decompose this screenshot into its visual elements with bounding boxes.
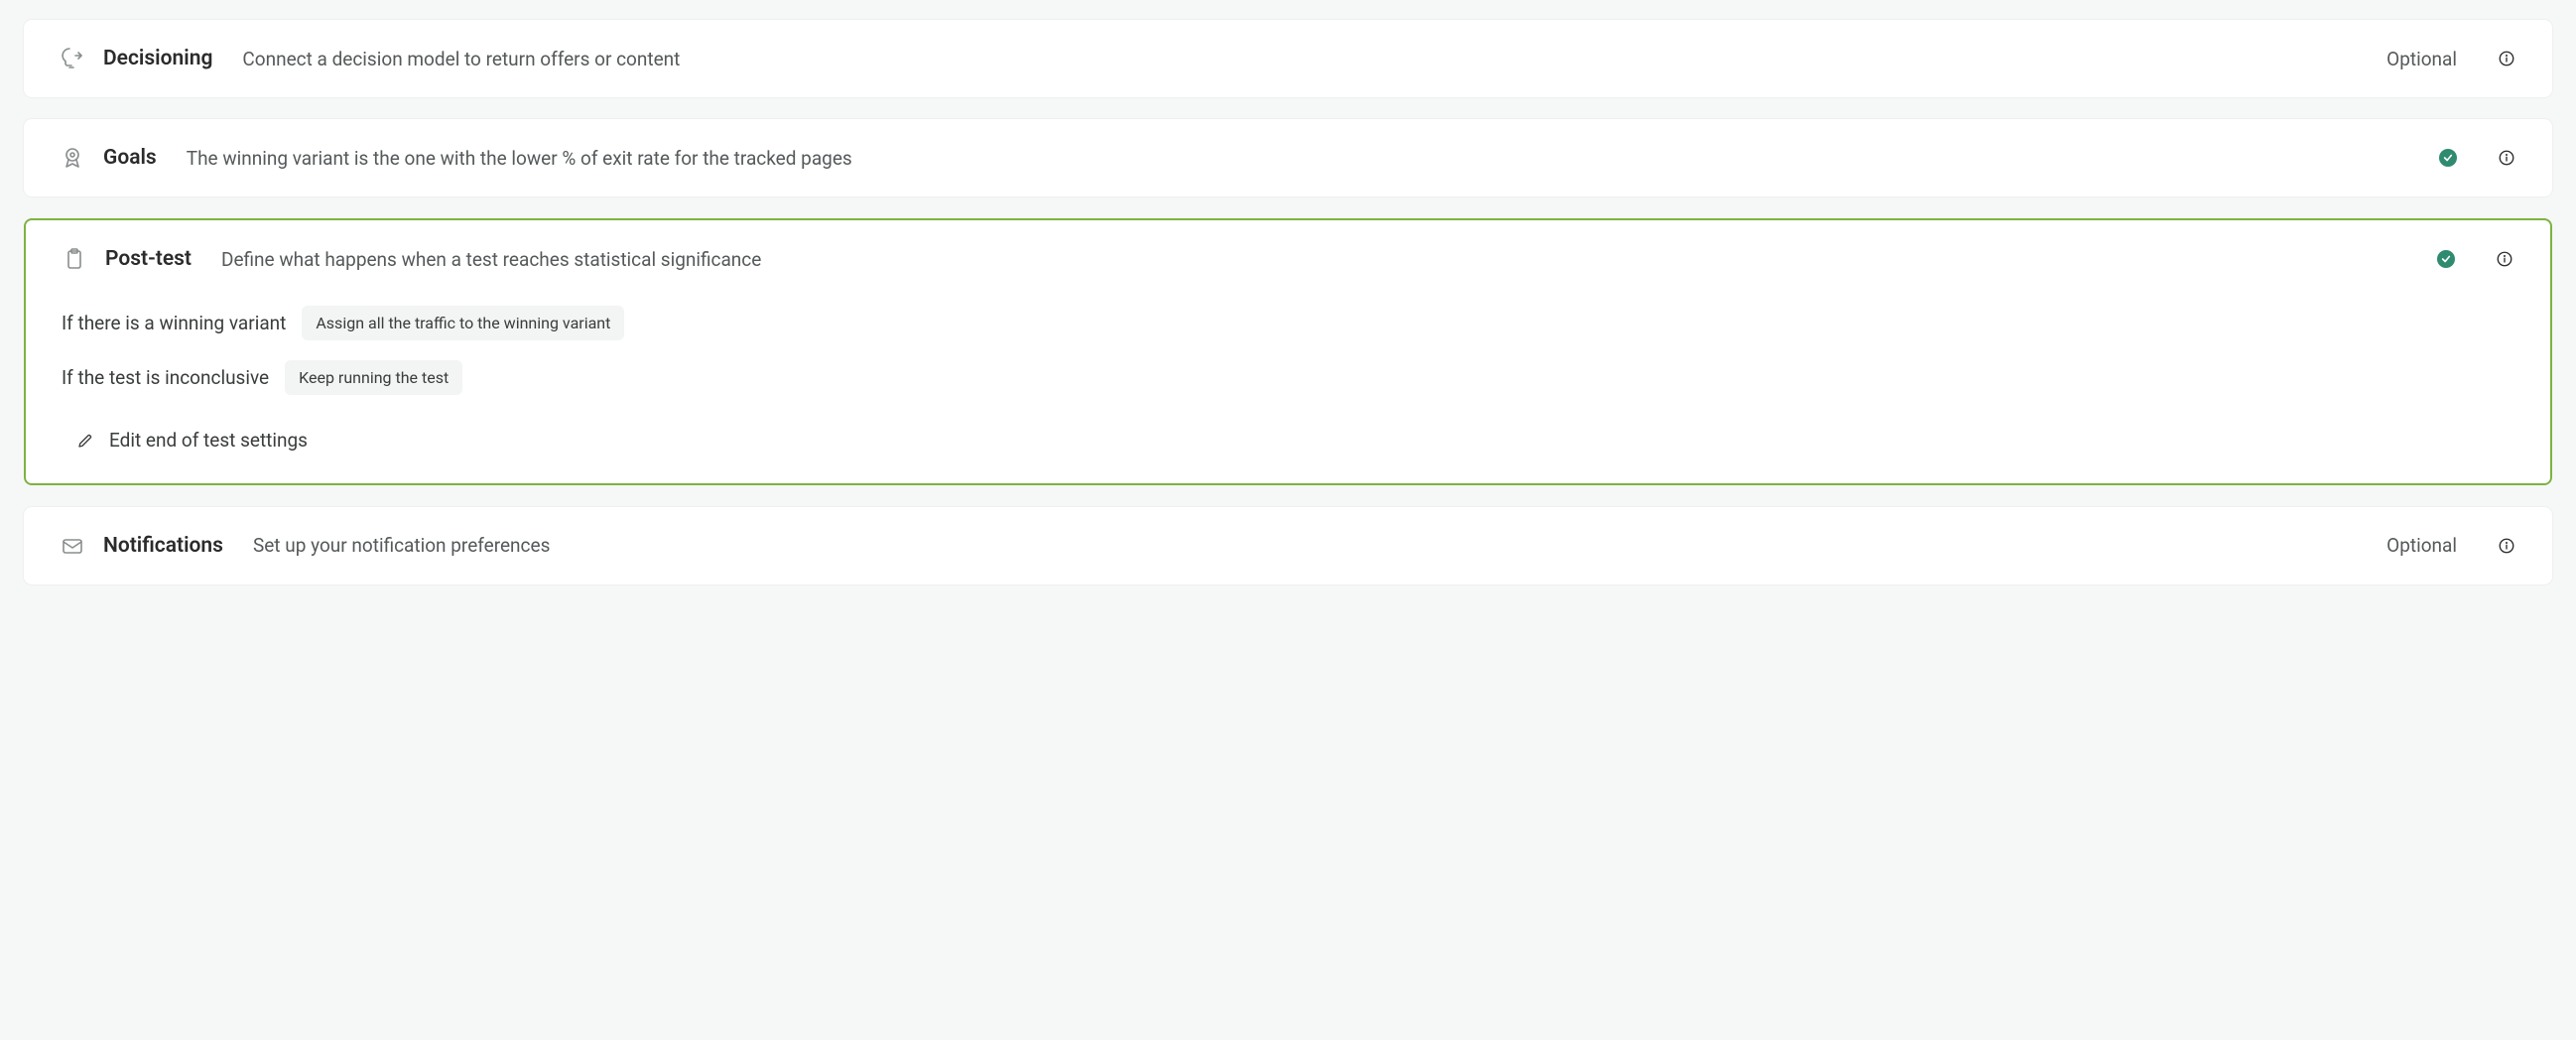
goals-header[interactable]: Goals The winning variant is the one wit…: [24, 119, 2552, 196]
decisioning-icon: [60, 46, 85, 71]
check-icon: [2437, 250, 2455, 268]
goals-right: [2439, 148, 2516, 168]
inconclusive-label: If the test is inconclusive: [62, 366, 269, 389]
info-icon[interactable]: [2497, 49, 2516, 68]
info-icon[interactable]: [2495, 249, 2514, 269]
notifications-card: Notifications Set up your notification p…: [24, 507, 2552, 585]
info-icon[interactable]: [2497, 148, 2516, 168]
notifications-desc: Set up your notification preferences: [253, 534, 2369, 557]
optional-label: Optional: [2386, 48, 2457, 70]
winning-variant-value: Assign all the traffic to the winning va…: [302, 306, 624, 340]
inconclusive-row: If the test is inconclusive Keep running…: [62, 360, 2514, 395]
goals-card: Goals The winning variant is the one wit…: [24, 119, 2552, 196]
post-test-body: If there is a winning variant Assign all…: [26, 298, 2550, 483]
goals-desc: The winning variant is the one with the …: [187, 147, 2421, 170]
decisioning-title: Decisioning: [103, 47, 212, 70]
info-icon[interactable]: [2497, 536, 2516, 556]
envelope-icon: [60, 533, 85, 559]
clipboard-icon: [62, 246, 87, 272]
winning-variant-label: If there is a winning variant: [62, 312, 286, 334]
inconclusive-value: Keep running the test: [285, 360, 462, 395]
edit-settings-label: Edit end of test settings: [109, 429, 308, 452]
goals-icon: [60, 145, 85, 171]
goals-title: Goals: [103, 146, 157, 170]
post-test-desc: Define what happens when a test reaches …: [221, 248, 2419, 271]
edit-settings-button[interactable]: Edit end of test settings: [75, 429, 308, 452]
pencil-icon: [75, 431, 95, 451]
optional-label: Optional: [2386, 534, 2457, 557]
check-icon: [2439, 149, 2457, 167]
decisioning-right: Optional: [2386, 48, 2516, 70]
decisioning-header[interactable]: Decisioning Connect a decision model to …: [24, 20, 2552, 97]
post-test-right: [2437, 249, 2514, 269]
winning-variant-row: If there is a winning variant Assign all…: [62, 306, 2514, 340]
post-test-card: Post-test Define what happens when a tes…: [24, 218, 2552, 485]
notifications-title: Notifications: [103, 534, 223, 558]
decisioning-desc: Connect a decision model to return offer…: [242, 48, 2369, 70]
post-test-header[interactable]: Post-test Define what happens when a tes…: [26, 220, 2550, 298]
post-test-title: Post-test: [105, 247, 192, 271]
notifications-right: Optional: [2386, 534, 2516, 557]
notifications-header[interactable]: Notifications Set up your notification p…: [24, 507, 2552, 585]
decisioning-card: Decisioning Connect a decision model to …: [24, 20, 2552, 97]
